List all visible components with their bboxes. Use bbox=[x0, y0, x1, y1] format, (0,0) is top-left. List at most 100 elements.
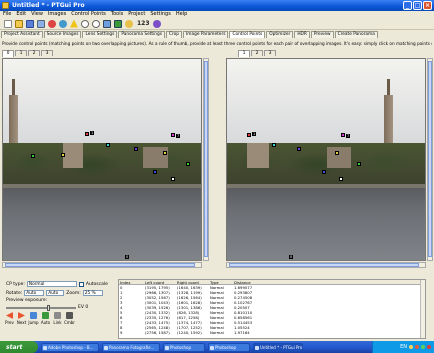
undo-icon[interactable] bbox=[48, 19, 56, 28]
redo-icon[interactable] bbox=[59, 19, 67, 28]
exposure-slider[interactable] bbox=[6, 304, 76, 311]
control-point-marker[interactable] bbox=[106, 143, 110, 147]
control-point-marker[interactable] bbox=[61, 153, 65, 157]
control-point-marker[interactable] bbox=[335, 151, 339, 155]
right-vertical-scrollbar[interactable] bbox=[427, 58, 433, 261]
tab-panorama-settings[interactable]: Panorama Settings bbox=[118, 31, 165, 38]
control-point-marker[interactable] bbox=[171, 133, 175, 137]
control-point-marker[interactable] bbox=[171, 177, 175, 181]
tray-network-icon[interactable] bbox=[409, 345, 413, 349]
table-row[interactable]: 9 (2756, 1587) (1240, 1592) Normal 1.97164 bbox=[119, 330, 425, 335]
control-point-marker[interactable] bbox=[297, 147, 301, 151]
menu-edit[interactable]: Edit bbox=[16, 11, 26, 18]
header-index[interactable]: Index bbox=[119, 280, 145, 285]
rotate-left-select[interactable]: Auto bbox=[24, 290, 45, 296]
language-indicator[interactable]: EN bbox=[400, 344, 407, 350]
minimize-button[interactable]: _ bbox=[403, 1, 412, 10]
zoom-out-icon[interactable] bbox=[92, 19, 100, 28]
left-tab-3[interactable]: 3 bbox=[41, 50, 53, 56]
zoom-in-icon[interactable] bbox=[81, 19, 89, 28]
create-panorama-icon[interactable] bbox=[70, 19, 78, 28]
menu-project[interactable]: Project bbox=[128, 11, 145, 18]
control-point-marker[interactable] bbox=[31, 154, 35, 158]
tray-alert-icon[interactable] bbox=[427, 345, 431, 349]
menu-view[interactable]: View bbox=[31, 11, 43, 18]
control-point-marker[interactable] bbox=[322, 170, 326, 174]
left-tab-0[interactable]: 0 bbox=[2, 50, 14, 57]
tab-project-assistant[interactable]: Project Assistant bbox=[1, 31, 43, 38]
menu-file[interactable]: File bbox=[3, 11, 11, 18]
tab-lens-settings[interactable]: Lens Settings bbox=[82, 31, 118, 38]
menu-help[interactable]: Help bbox=[176, 11, 187, 18]
right-tab-3[interactable]: 3 bbox=[264, 50, 276, 56]
menu-tools[interactable]: Tools bbox=[111, 11, 123, 18]
task-panorama-fotografie[interactable]: Panorama Fotografie... bbox=[102, 342, 160, 352]
panorama-editor-icon[interactable] bbox=[103, 19, 111, 28]
right-tab-1[interactable]: 1 bbox=[238, 50, 250, 57]
autoscale-checkbox[interactable] bbox=[78, 281, 84, 287]
prev-button[interactable]: Prev bbox=[4, 312, 15, 325]
tray-security-icon[interactable] bbox=[415, 345, 419, 349]
link-button[interactable]: Link bbox=[52, 312, 63, 325]
left-horizontal-scrollbar[interactable] bbox=[2, 262, 202, 268]
control-point-marker[interactable] bbox=[341, 133, 345, 137]
task-ptgui[interactable]: Untitled * - PTGui Pro bbox=[253, 342, 303, 352]
close-button[interactable]: × bbox=[423, 1, 432, 10]
tab-control-points[interactable]: Control Points bbox=[229, 31, 266, 38]
tray-update-icon[interactable] bbox=[421, 345, 425, 349]
tab-optimizer[interactable]: Optimizer bbox=[266, 31, 294, 38]
tab-create-panorama[interactable]: Create Panorama bbox=[334, 31, 378, 38]
control-point-marker[interactable] bbox=[163, 151, 167, 155]
control-point-marker[interactable] bbox=[357, 162, 361, 166]
header-type[interactable]: Type bbox=[210, 280, 234, 285]
menu-control-points[interactable]: Control Points bbox=[71, 11, 106, 18]
align-images-icon[interactable] bbox=[37, 19, 45, 28]
save-icon[interactable] bbox=[26, 19, 34, 28]
task-photoshop-2[interactable]: Photoshop bbox=[208, 342, 250, 352]
control-point-marker[interactable] bbox=[186, 162, 190, 166]
tab-image-parameters[interactable]: Image Parameters bbox=[183, 31, 229, 38]
control-point-marker[interactable] bbox=[134, 147, 138, 151]
control-point-marker[interactable] bbox=[247, 133, 251, 137]
left-tab-1[interactable]: 1 bbox=[15, 50, 27, 56]
header-left-coord[interactable]: Left coord bbox=[145, 280, 177, 285]
rotate-right-select[interactable]: Auto bbox=[46, 290, 65, 296]
control-point-marker[interactable] bbox=[272, 143, 276, 147]
right-tab-2[interactable]: 2 bbox=[251, 50, 263, 56]
control-point-marker[interactable] bbox=[339, 177, 343, 181]
help-icon[interactable] bbox=[125, 19, 133, 28]
ptgui-logo-icon[interactable] bbox=[152, 19, 161, 28]
menu-settings[interactable]: Settings bbox=[150, 11, 171, 18]
menu-bar: File Edit View Images Control Points Too… bbox=[0, 11, 434, 18]
task-photoshop-1[interactable]: Photoshop bbox=[163, 342, 205, 352]
new-icon[interactable] bbox=[4, 19, 12, 28]
cp-type-select[interactable]: Normal bbox=[26, 281, 77, 287]
next-button[interactable]: Next bbox=[16, 312, 27, 325]
right-horizontal-scrollbar[interactable] bbox=[226, 262, 426, 268]
slider-knob[interactable] bbox=[47, 304, 50, 311]
left-tab-2[interactable]: 2 bbox=[28, 50, 40, 56]
task-photoshop-b[interactable]: Adobe Photoshop - B... bbox=[41, 342, 99, 352]
open-icon[interactable] bbox=[15, 19, 23, 28]
tab-hdr[interactable]: HDR bbox=[294, 31, 310, 38]
cmbr-button[interactable]: Cmbr bbox=[64, 312, 75, 325]
title-bar[interactable]: Untitled * - PTGui Pro _ □ × bbox=[0, 0, 434, 11]
jump-button[interactable]: Jump bbox=[28, 312, 39, 325]
tab-source-images[interactable]: Source Images bbox=[43, 31, 82, 38]
maximize-button[interactable]: □ bbox=[413, 1, 422, 10]
auto-button[interactable]: Auto bbox=[40, 312, 51, 325]
left-image-canvas[interactable]: 1 7 0 bbox=[2, 58, 202, 261]
control-point-marker[interactable] bbox=[85, 132, 89, 136]
left-vertical-scrollbar[interactable] bbox=[203, 58, 209, 261]
header-distance[interactable]: Distance bbox=[234, 280, 264, 285]
zoom-select[interactable]: 25 % bbox=[82, 290, 103, 296]
right-image-canvas[interactable]: 1 7 0 bbox=[226, 58, 426, 261]
tab-crop[interactable]: Crop bbox=[166, 31, 183, 38]
table-scrollbar[interactable] bbox=[420, 280, 425, 338]
header-right-coord[interactable]: Right coord bbox=[177, 280, 210, 285]
start-button[interactable]: start bbox=[0, 341, 38, 353]
control-point-marker[interactable] bbox=[153, 170, 157, 174]
tab-preview[interactable]: Preview bbox=[310, 31, 334, 38]
menu-images[interactable]: Images bbox=[48, 11, 66, 18]
image-icon[interactable] bbox=[114, 19, 122, 28]
